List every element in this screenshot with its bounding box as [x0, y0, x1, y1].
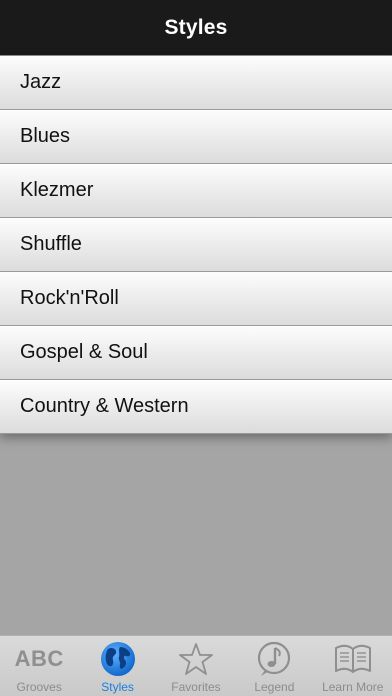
tab-bar: ABC Grooves Styles Favorites Legend Lear…	[0, 635, 392, 696]
page-title: Styles	[164, 15, 228, 39]
list-item-rock-n-roll[interactable]: Rock'n'Roll	[0, 272, 392, 326]
list-item-label: Gospel & Soul	[20, 341, 148, 363]
tab-label: Styles	[101, 680, 134, 694]
tab-label: Grooves	[16, 680, 62, 694]
globe-icon	[99, 640, 137, 678]
styles-list: Jazz Blues Klezmer Shuffle Rock'n'Roll G…	[0, 55, 392, 434]
book-icon	[333, 640, 373, 678]
list-item-label: Blues	[20, 125, 71, 147]
music-note-icon	[255, 640, 293, 678]
list-item-blues[interactable]: Blues	[0, 110, 392, 164]
navigation-bar: Styles	[0, 0, 392, 55]
tab-legend[interactable]: Legend	[235, 635, 313, 696]
tab-styles[interactable]: Styles	[79, 635, 157, 696]
abc-icon-text: ABC	[14, 646, 64, 671]
list-item-label: Rock'n'Roll	[20, 287, 119, 309]
list-item-label: Klezmer	[20, 179, 94, 201]
tab-learn-more[interactable]: Learn More	[314, 635, 392, 696]
list-item-jazz[interactable]: Jazz	[0, 55, 392, 110]
list-item-label: Jazz	[20, 71, 62, 93]
list-item-label: Shuffle	[20, 233, 82, 255]
list-item-shuffle[interactable]: Shuffle	[0, 218, 392, 272]
list-item-gospel-soul[interactable]: Gospel & Soul	[0, 326, 392, 380]
abc-icon: ABC	[15, 640, 64, 678]
tab-label: Legend	[254, 680, 295, 694]
tab-label: Learn More	[322, 680, 384, 694]
tab-label: Favorites	[171, 680, 221, 694]
star-icon	[179, 640, 213, 678]
list-item-country-western[interactable]: Country & Western	[0, 380, 392, 434]
list-item-label: Country & Western	[20, 395, 189, 417]
tab-grooves[interactable]: ABC Grooves	[0, 635, 78, 696]
list-item-klezmer[interactable]: Klezmer	[0, 164, 392, 218]
tab-favorites[interactable]: Favorites	[157, 635, 235, 696]
